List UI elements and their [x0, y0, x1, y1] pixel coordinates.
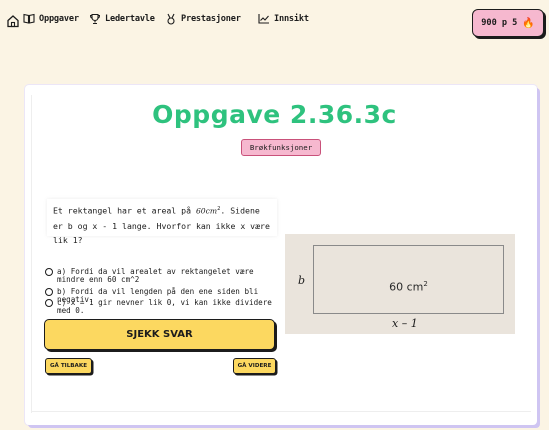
- points-value: 900 p: [481, 18, 508, 28]
- question-math: 60cm: [195, 206, 218, 216]
- nav-label-prestasjoner: Prestasjoner: [181, 14, 241, 24]
- trophy-icon: [89, 13, 101, 25]
- check-answer-button[interactable]: SJEKK SVAR: [44, 319, 275, 350]
- nav-item-oppgaver[interactable]: Oppgaver: [23, 13, 79, 24]
- radio-button[interactable]: [45, 288, 53, 296]
- figure-area-exponent: 2: [423, 280, 428, 288]
- figure-area-label: 60 cm2: [314, 280, 503, 294]
- nav-item-ledertavle[interactable]: Ledertavle: [89, 13, 155, 25]
- nav-item-prestasjoner[interactable]: Prestasjoner: [165, 13, 241, 25]
- nav-label-innsikt: Innsikt: [274, 13, 309, 24]
- figure-padding: [515, 234, 531, 334]
- figure-rectangle: 60 cm2: [313, 245, 504, 314]
- home-icon[interactable]: [6, 14, 20, 28]
- streak-value: 5: [512, 18, 518, 28]
- answer-option-a[interactable]: a) Fordi da vil arealet av rektangelet v…: [45, 268, 281, 288]
- points-badge[interactable]: 900 p 5 🔥: [472, 9, 544, 37]
- radio-button[interactable]: [45, 299, 53, 307]
- figure-side-x-label: x – 1: [392, 317, 418, 330]
- medal-icon: [167, 13, 175, 25]
- radio-button[interactable]: [45, 268, 53, 276]
- nav-label-ledertavle: Ledertavle: [105, 14, 155, 24]
- question-part-1: Et rektangel har et areal på: [53, 205, 196, 216]
- answer-option-label: c) x = 1 gir nevner lik 0, vi kan ikke d…: [57, 298, 272, 315]
- topic-badge: Brøkfunksjoner: [241, 139, 321, 156]
- answer-option-c[interactable]: c) x = 1 gir nevner lik 0, vi kan ikke d…: [45, 299, 281, 315]
- nav-label-oppgaver: Oppgaver: [39, 13, 79, 24]
- question-text: Et rektangel har et areal på 60cm2. Side…: [47, 199, 277, 245]
- answer-options: a) Fordi da vil arealet av rektangelet v…: [45, 268, 281, 315]
- back-button[interactable]: GÅ TILBAKE: [45, 358, 92, 374]
- book-icon: [23, 13, 35, 24]
- figure-area-value: 60 cm: [389, 280, 424, 294]
- task-title: Oppgave 2.36.3c: [152, 100, 397, 129]
- nav-item-innsikt[interactable]: Innsikt: [258, 13, 309, 24]
- card-divider: [31, 411, 531, 412]
- rectangle-figure: 60 cm2 b x – 1: [285, 234, 515, 334]
- flame-icon: 🔥: [522, 17, 535, 29]
- chart-icon: [258, 14, 269, 24]
- card-divider: [31, 95, 32, 413]
- figure-side-b-label: b: [298, 274, 306, 287]
- top-navigation: Oppgaver Ledertavle Prestasjoner Innsikt…: [0, 0, 549, 44]
- next-button[interactable]: GÅ VIDERE: [233, 358, 276, 374]
- answer-option-label: a) Fordi da vil arealet av rektangelet v…: [57, 267, 254, 284]
